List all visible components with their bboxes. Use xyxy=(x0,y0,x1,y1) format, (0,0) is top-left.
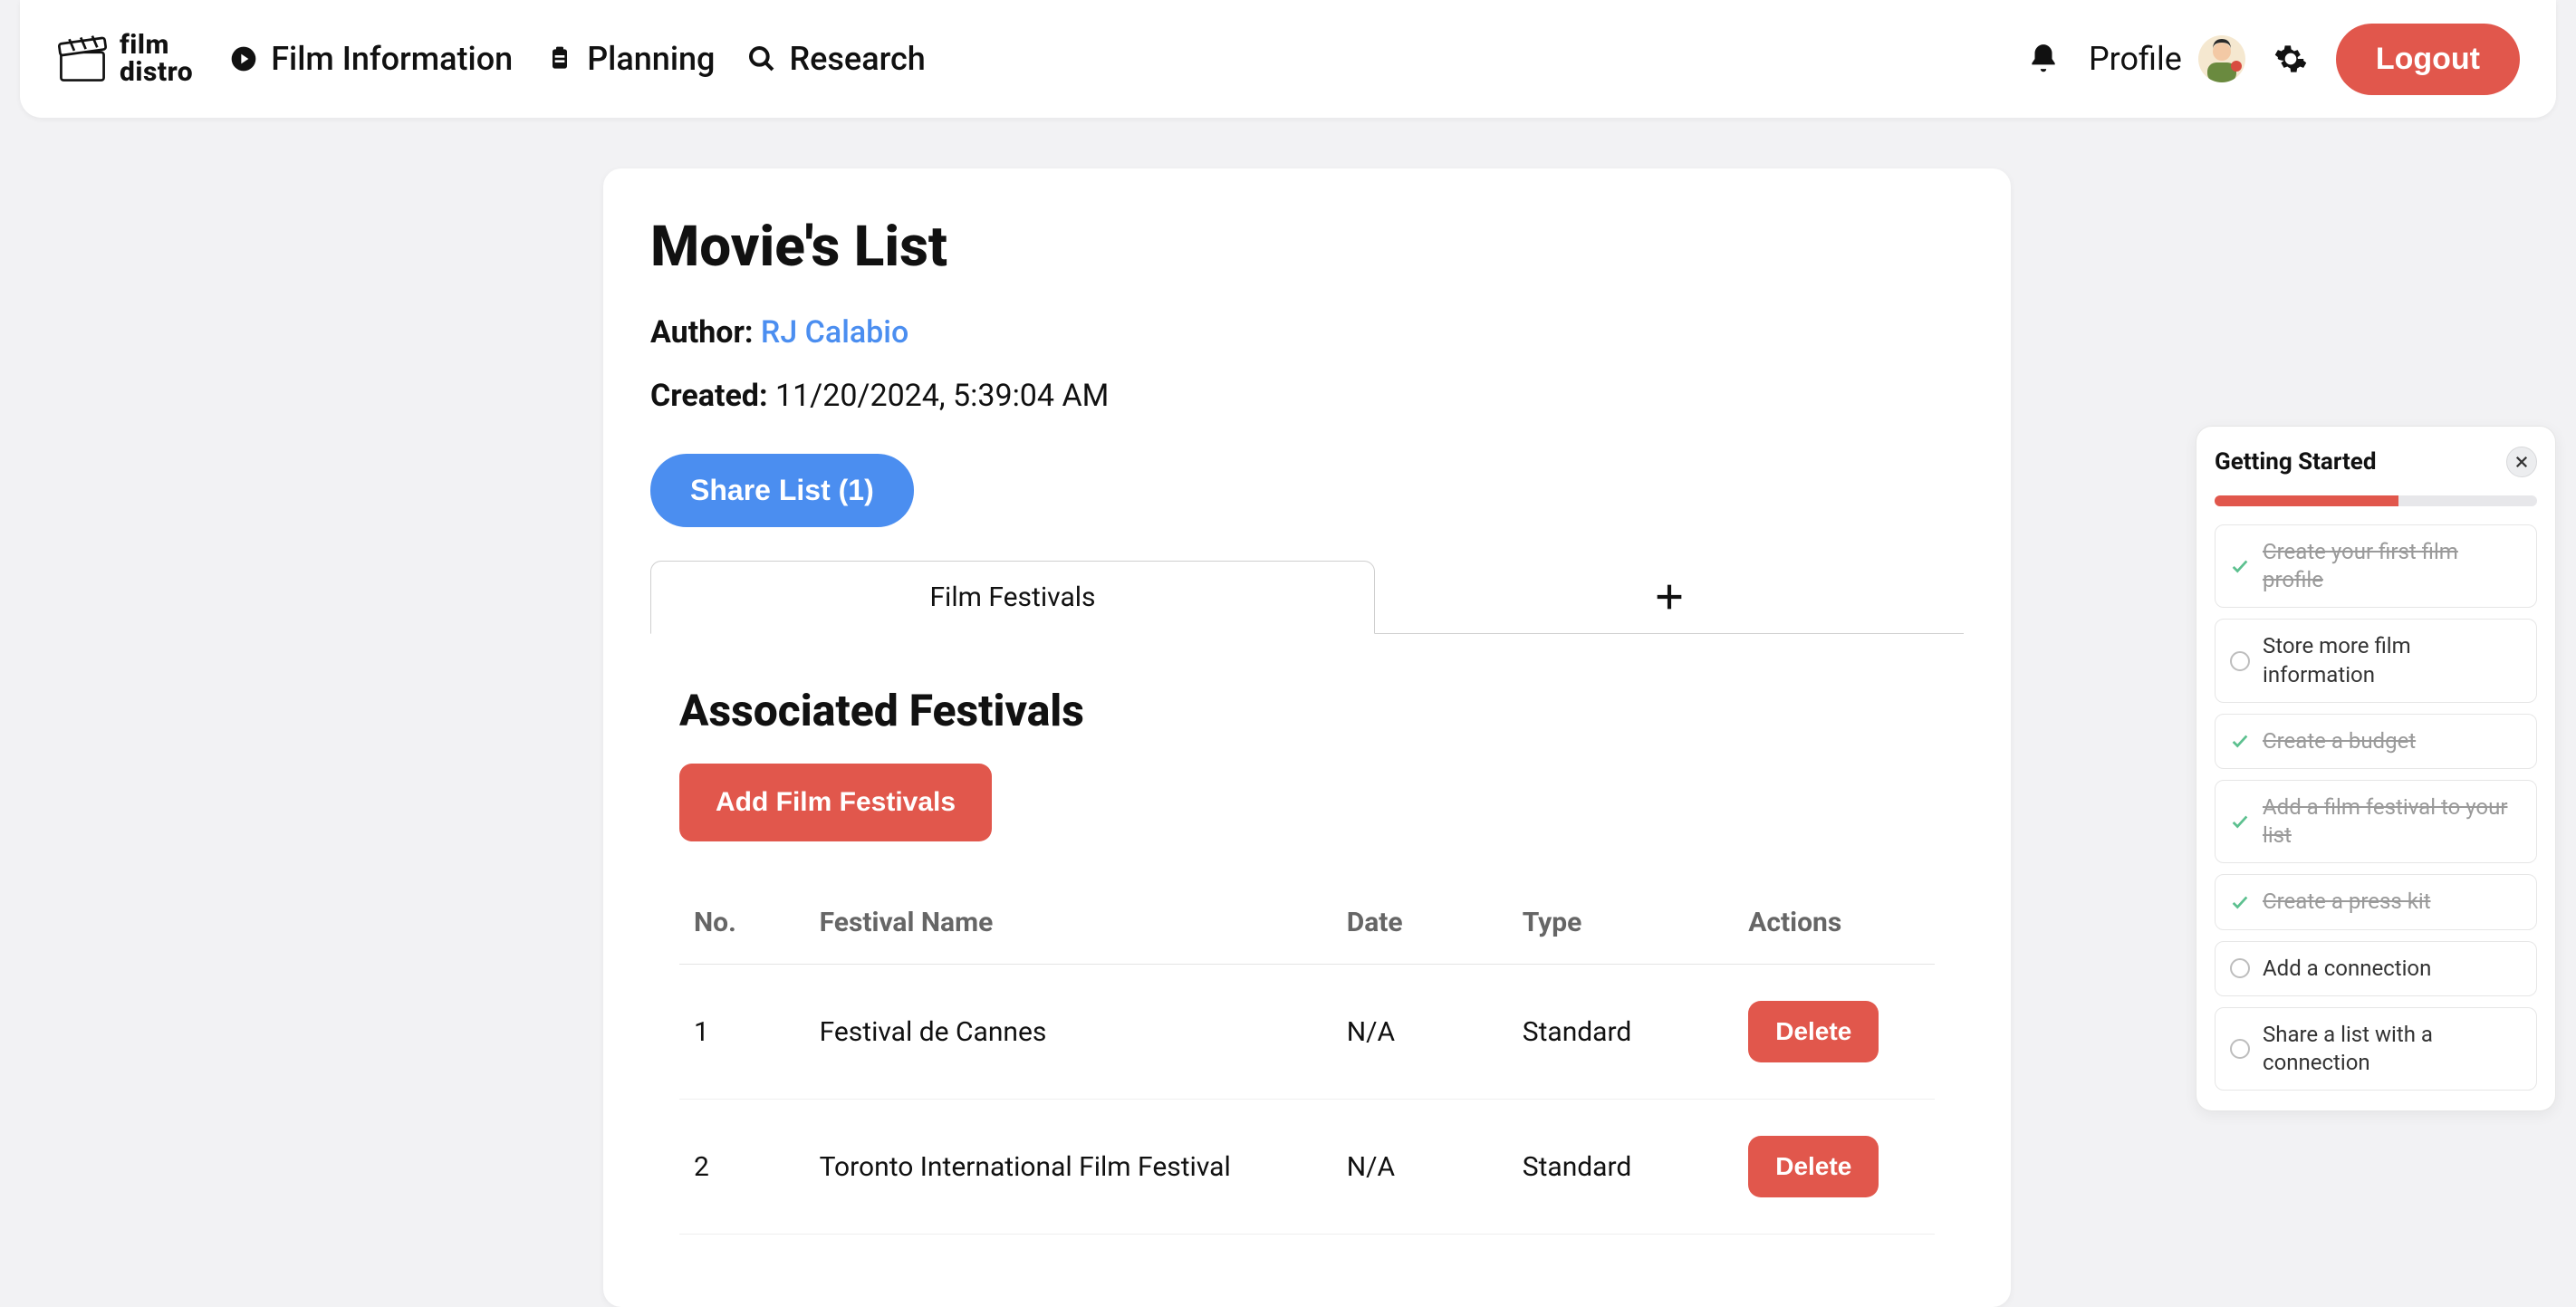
table-row: 1Festival de CannesN/AStandardDelete xyxy=(679,965,1935,1100)
circle-icon xyxy=(2230,651,2250,671)
check-icon xyxy=(2230,731,2250,751)
cell-festival-name: Toronto International Film Festival xyxy=(805,1100,1332,1235)
col-date: Date xyxy=(1332,881,1508,965)
getting-started-header: Getting Started xyxy=(2215,447,2537,477)
getting-started-title: Getting Started xyxy=(2215,448,2376,476)
cell-date: N/A xyxy=(1332,965,1508,1100)
cell-no: 1 xyxy=(679,965,805,1100)
search-icon xyxy=(747,44,776,73)
logout-button[interactable]: Logout xyxy=(2336,24,2520,95)
nav-planning[interactable]: Planning xyxy=(545,40,715,78)
gear-icon xyxy=(2273,42,2308,76)
page-title: Movie's List xyxy=(650,214,1964,280)
getting-started-item-label: Create your first film profile xyxy=(2263,538,2522,594)
created-label: Created: xyxy=(650,378,768,414)
cell-type: Standard xyxy=(1508,965,1734,1100)
circle-icon xyxy=(2230,1039,2250,1059)
check-icon xyxy=(2230,556,2250,576)
getting-started-item-label: Add a film festival to your list xyxy=(2263,793,2522,850)
getting-started-item-label: Store more film information xyxy=(2263,632,2522,688)
created-line: Created: 11/20/2024, 5:39:04 AM xyxy=(650,378,1964,414)
add-film-festivals-button[interactable]: Add Film Festivals xyxy=(679,764,992,841)
brand-text: film distro xyxy=(120,32,193,86)
col-type: Type xyxy=(1508,881,1734,965)
tab-add-button[interactable] xyxy=(1375,560,1964,633)
getting-started-item-label: Create a press kit xyxy=(2263,888,2431,916)
getting-started-progress xyxy=(2215,495,2537,506)
cell-date: N/A xyxy=(1332,1100,1508,1235)
plus-icon xyxy=(1651,579,1687,615)
main-card: Movie's List Author: RJ Calabio Created:… xyxy=(603,168,2011,1307)
tab-film-festivals[interactable]: Film Festivals xyxy=(650,561,1375,634)
nav-film-information[interactable]: Film Information xyxy=(229,40,513,78)
festivals-table: No. Festival Name Date Type Actions 1Fes… xyxy=(679,881,1935,1235)
clipboard-icon xyxy=(545,44,574,73)
author-line: Author: RJ Calabio xyxy=(650,314,1964,351)
settings-button[interactable] xyxy=(2271,39,2311,79)
circle-icon xyxy=(2230,958,2250,978)
bell-icon xyxy=(2026,42,2061,76)
associated-festivals-title: Associated Festivals xyxy=(679,685,1964,736)
nav-planning-label: Planning xyxy=(587,40,715,78)
avatar-icon xyxy=(2198,35,2245,82)
author-link[interactable]: RJ Calabio xyxy=(761,314,908,351)
getting-started-item-label: Share a list with a connection xyxy=(2263,1021,2522,1077)
nav-research-label: Research xyxy=(789,40,925,78)
nav-research[interactable]: Research xyxy=(747,40,925,78)
table-row: 2Toronto International Film FestivalN/AS… xyxy=(679,1100,1935,1235)
notifications-button[interactable] xyxy=(2023,39,2063,79)
getting-started-item[interactable]: Add a connection xyxy=(2215,941,2537,996)
cell-actions: Delete xyxy=(1734,965,1935,1100)
getting-started-item[interactable]: Add a film festival to your list xyxy=(2215,780,2537,863)
tab-label: Film Festivals xyxy=(929,581,1095,613)
check-icon xyxy=(2230,892,2250,912)
author-label: Author: xyxy=(650,314,753,351)
getting-started-item[interactable]: Store more film information xyxy=(2215,619,2537,702)
getting-started-item-label: Create a budget xyxy=(2263,727,2416,755)
tabs-row: Film Festivals xyxy=(650,560,1964,634)
brand-line2: distro xyxy=(120,59,193,86)
profile-label: Profile xyxy=(2089,40,2182,78)
nav-film-info-label: Film Information xyxy=(271,40,513,78)
table-header-row: No. Festival Name Date Type Actions xyxy=(679,881,1935,965)
brand-logo[interactable]: film distro xyxy=(56,32,193,86)
profile-link[interactable]: Profile xyxy=(2089,35,2245,82)
play-circle-icon xyxy=(229,44,258,73)
cell-festival-name: Festival de Cannes xyxy=(805,965,1332,1100)
getting-started-item[interactable]: Share a list with a connection xyxy=(2215,1007,2537,1091)
col-festival-name: Festival Name xyxy=(805,881,1332,965)
col-actions: Actions xyxy=(1734,881,1935,965)
getting-started-progress-fill xyxy=(2215,495,2398,506)
share-list-button[interactable]: Share List (1) xyxy=(650,454,914,527)
getting-started-item[interactable]: Create your first film profile xyxy=(2215,524,2537,608)
topbar-right: Profile Logout xyxy=(2023,24,2520,95)
delete-button[interactable]: Delete xyxy=(1748,1136,1879,1197)
clapperboard-icon xyxy=(56,33,109,85)
nav-links: Film Information Planning Research xyxy=(229,40,926,78)
cell-no: 2 xyxy=(679,1100,805,1235)
getting-started-item-label: Add a connection xyxy=(2263,955,2431,983)
avatar xyxy=(2198,35,2245,82)
getting-started-close-button[interactable] xyxy=(2506,447,2537,477)
col-no: No. xyxy=(679,881,805,965)
cell-actions: Delete xyxy=(1734,1100,1935,1235)
getting-started-item[interactable]: Create a press kit xyxy=(2215,874,2537,929)
close-icon xyxy=(2514,454,2530,470)
delete-button[interactable]: Delete xyxy=(1748,1001,1879,1062)
cell-type: Standard xyxy=(1508,1100,1734,1235)
topbar: film distro Film Information Planning Re… xyxy=(20,0,2556,118)
created-value: 11/20/2024, 5:39:04 AM xyxy=(775,378,1109,414)
getting-started-panel: Getting Started Create your first film p… xyxy=(2196,426,2556,1111)
brand-line1: film xyxy=(120,32,193,59)
getting-started-item[interactable]: Create a budget xyxy=(2215,714,2537,769)
check-icon xyxy=(2230,812,2250,831)
